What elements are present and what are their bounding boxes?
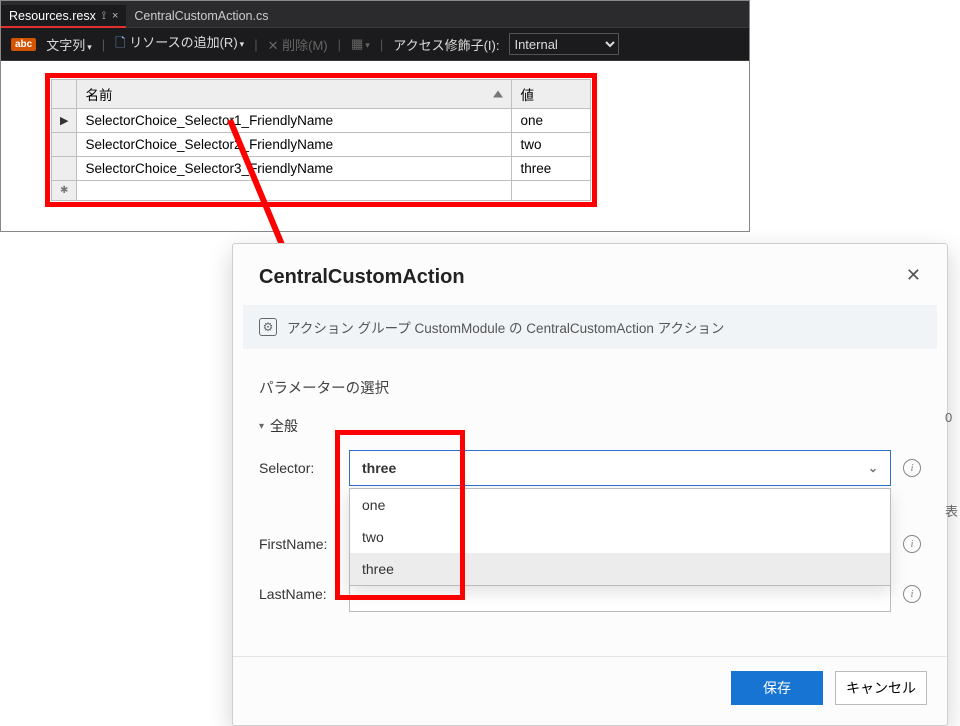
chevron-down-icon[interactable]: ⌄ — [868, 461, 878, 475]
row-header-blank — [52, 80, 77, 109]
action-parameters-dialog: CentralCustomAction ✕ ⚙ アクション グループ Custo… — [232, 243, 948, 726]
close-icon[interactable]: ✕ — [906, 266, 921, 284]
separator-icon: | — [102, 37, 105, 52]
access-modifier-label: アクセス修飾子(I): — [393, 35, 499, 54]
info-icon[interactable]: i — [903, 459, 921, 477]
selector-dropdown[interactable]: three ⌄ — [349, 450, 891, 486]
vs-tab-customaction-label: CentralCustomAction.cs — [134, 9, 268, 23]
selector-current-value: three — [362, 460, 396, 476]
selector-label: Selector: — [259, 460, 337, 476]
col-header-name[interactable]: 名前 — [77, 80, 512, 109]
access-modifier-select[interactable]: Internal — [509, 33, 619, 55]
pin-icon[interactable]: ⟟ — [102, 10, 106, 23]
action-icon: ⚙ — [259, 318, 277, 336]
strings-icon: abc — [11, 38, 36, 51]
remove-button: ✕ 削除(M) — [268, 35, 328, 54]
row-pointer-icon: ▶ — [52, 109, 77, 133]
dialog-title: CentralCustomAction — [259, 266, 465, 289]
selector-option-one[interactable]: one — [350, 489, 890, 521]
info-icon[interactable]: i — [903, 585, 921, 603]
vs-tab-customaction[interactable]: CentralCustomAction.cs — [126, 5, 276, 27]
separator-icon: | — [338, 37, 341, 52]
separator-icon: | — [380, 37, 383, 52]
add-resource-button[interactable]: 🗋 リソースの追加(R)▾ — [115, 32, 244, 56]
vs-editor-window: Resources.resx ⟟ × CentralCustomAction.c… — [0, 0, 750, 232]
selector-dropdown-menu: one two three — [349, 488, 891, 586]
strings-dropdown[interactable]: 文字列▾ — [46, 35, 92, 54]
sort-asc-icon — [493, 91, 503, 98]
resx-table[interactable]: 名前 値 ▶ SelectorChoice_Selector1_Friendly… — [51, 79, 591, 201]
new-row-icon: ✱ — [52, 181, 77, 201]
close-icon[interactable]: × — [112, 10, 118, 22]
vs-tab-resources-label: Resources.resx — [9, 9, 96, 23]
dialog-description-text: アクション グループ CustomModule の CentralCustomA… — [287, 317, 724, 337]
vs-toolbar: abc 文字列▾ | 🗋 リソースの追加(R)▾ | ✕ 削除(M) | ▦▾ … — [1, 27, 749, 61]
dialog-footer: 保存 キャンセル — [233, 656, 947, 725]
selector-field-wrap: three ⌄ one two three — [349, 450, 891, 486]
lastname-label: LastName: — [259, 586, 337, 602]
separator-icon: | — [254, 37, 257, 52]
group-general-header[interactable]: ▾ 全般 — [259, 416, 921, 436]
table-row[interactable]: SelectorChoice_Selector2_FriendlyName tw… — [52, 133, 591, 157]
page-margin-text: 0 表 — [945, 284, 958, 520]
save-button[interactable]: 保存 — [731, 671, 823, 705]
cancel-button[interactable]: キャンセル — [835, 671, 927, 705]
selector-option-three[interactable]: three — [350, 553, 890, 585]
dialog-description-banner: ⚙ アクション グループ CustomModule の CentralCusto… — [243, 305, 937, 349]
parameters-section-label: パラメーターの選択 — [259, 377, 921, 398]
firstname-label: FirstName: — [259, 536, 337, 552]
vs-tab-strip: Resources.resx ⟟ × CentralCustomAction.c… — [1, 1, 749, 27]
grid-view-button[interactable]: ▦▾ — [351, 36, 370, 52]
table-row-new[interactable]: ✱ — [52, 181, 591, 201]
chevron-down-icon: ▾ — [259, 421, 264, 432]
selector-option-two[interactable]: two — [350, 521, 890, 553]
vs-tab-resources[interactable]: Resources.resx ⟟ × — [1, 5, 126, 27]
table-row[interactable]: ▶ SelectorChoice_Selector1_FriendlyName … — [52, 109, 591, 133]
table-row[interactable]: SelectorChoice_Selector3_FriendlyName th… — [52, 157, 591, 181]
col-header-value[interactable]: 値 — [512, 80, 591, 109]
info-icon[interactable]: i — [903, 535, 921, 553]
